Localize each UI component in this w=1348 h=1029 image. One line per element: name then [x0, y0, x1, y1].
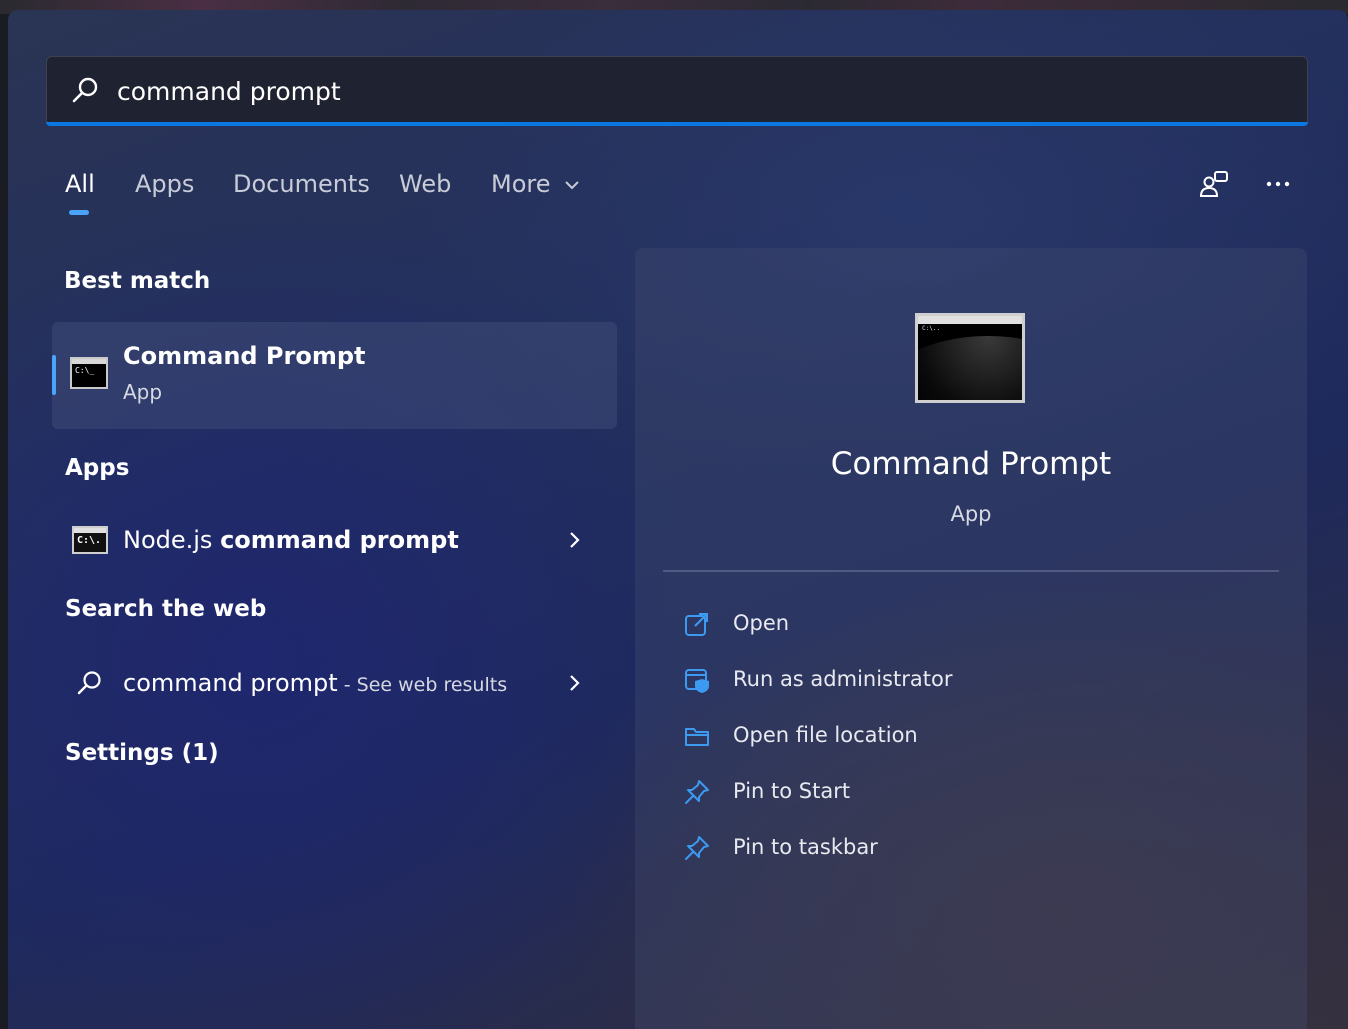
cmd-large-icon-text: C:\.. — [922, 325, 941, 332]
search-input[interactable] — [117, 71, 1217, 111]
action-label: Pin to taskbar — [733, 835, 878, 859]
action-pin-to-start[interactable]: Pin to Start — [673, 768, 1273, 814]
web-suffix: - See web results — [337, 674, 508, 696]
list-item-label: command prompt - See web results — [123, 669, 507, 697]
list-item-nodejs-command-prompt[interactable]: C:\. Node.js command prompt — [58, 516, 598, 566]
chevron-right-icon[interactable] — [564, 673, 584, 693]
label-match: command prompt — [220, 526, 459, 554]
search-box[interactable] — [46, 56, 1308, 126]
search-focus-underline — [46, 122, 1308, 126]
tab-all[interactable]: All — [65, 170, 95, 198]
shield-admin-icon — [685, 669, 709, 693]
node-cmd-icon-text: C:\. — [77, 535, 102, 546]
best-match-subtitle: App — [123, 380, 163, 404]
tab-web[interactable]: Web — [399, 170, 451, 198]
action-open[interactable]: Open — [673, 600, 1273, 646]
action-open-file-location[interactable]: Open file location — [673, 712, 1273, 758]
web-query: command prompt — [123, 669, 338, 697]
tab-more[interactable]: More — [491, 170, 580, 198]
more-options-icon[interactable] — [1260, 168, 1296, 204]
node-cmd-icon: C:\. — [72, 526, 108, 554]
search-icon — [77, 671, 101, 695]
label-prefix: Node.js — [123, 526, 221, 554]
open-external-icon — [685, 613, 708, 636]
tab-more-label: More — [491, 170, 551, 198]
list-item-web-search[interactable]: command prompt - See web results — [58, 659, 598, 709]
selection-accent — [52, 355, 56, 395]
cmd-icon-text: C:\_ — [75, 366, 95, 375]
action-run-as-administrator[interactable]: Run as administrator — [673, 656, 1273, 702]
start-search-panel: All Apps Documents Web More Best match C… — [8, 10, 1348, 1029]
chevron-right-icon[interactable] — [564, 530, 584, 550]
list-item-label: Node.js command prompt — [123, 526, 459, 554]
search-web-heading: Search the web — [65, 596, 267, 622]
pin-icon — [685, 836, 709, 860]
action-label: Run as administrator — [733, 667, 953, 691]
preview-subtitle: App — [950, 502, 992, 526]
apps-heading: Apps — [65, 455, 130, 481]
tab-active-indicator — [69, 210, 89, 215]
tab-documents[interactable]: Documents — [233, 170, 370, 198]
settings-heading[interactable]: Settings (1) — [65, 740, 219, 766]
cmd-icon: C:\_ — [70, 357, 108, 389]
action-label: Open file location — [733, 723, 918, 747]
preview-divider — [663, 570, 1279, 572]
best-match-title: Command Prompt — [123, 342, 366, 370]
switch-account-icon[interactable] — [1196, 168, 1232, 204]
folder-icon — [685, 728, 709, 746]
preview-title: Command Prompt — [830, 446, 1112, 482]
cmd-large-icon: C:\.. — [915, 313, 1025, 403]
action-pin-to-taskbar[interactable]: Pin to taskbar — [673, 824, 1273, 870]
best-match-heading: Best match — [64, 268, 211, 294]
best-match-result[interactable] — [52, 322, 617, 429]
pin-icon — [685, 780, 709, 804]
chevron-down-icon — [565, 181, 579, 190]
search-icon — [72, 77, 98, 103]
action-label: Open — [733, 611, 790, 635]
tab-apps[interactable]: Apps — [135, 170, 194, 198]
action-label: Pin to Start — [733, 779, 851, 803]
